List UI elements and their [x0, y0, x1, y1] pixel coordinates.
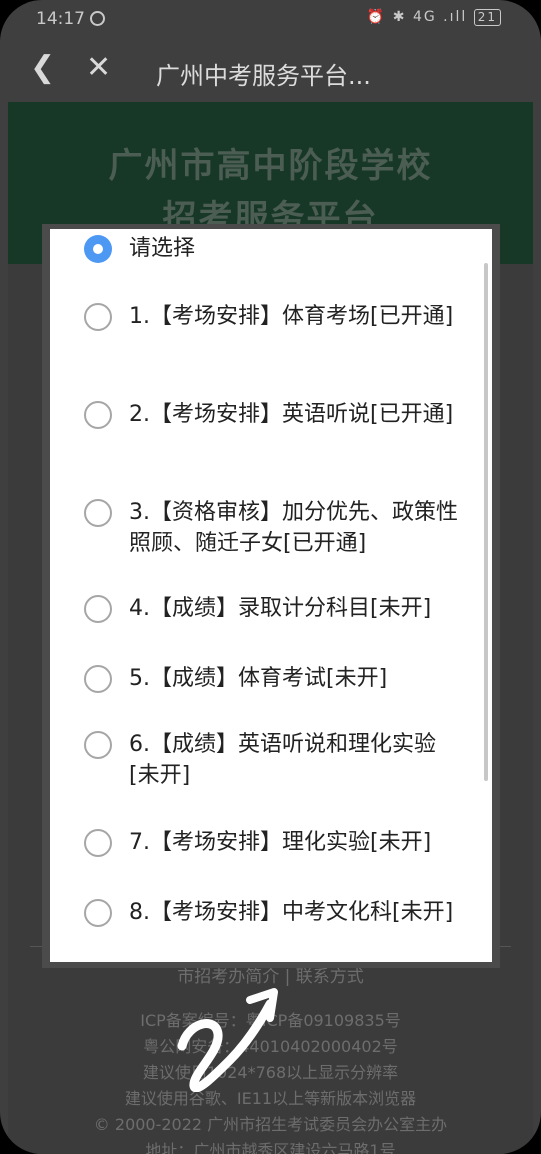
radio-icon[interactable]	[84, 499, 112, 527]
battery-icon: 21	[473, 9, 501, 26]
radio-icon[interactable]	[84, 665, 112, 693]
app-bar: ❮ ✕ 广州中考服务平台...	[0, 40, 541, 102]
scrollbar[interactable]	[484, 263, 488, 781]
option-label: 8.【考场安排】中考文化科[未开]	[129, 900, 454, 925]
close-icon[interactable]: ✕	[86, 50, 111, 85]
footer-address: 地址：广州市越秀区建设六马路1号	[145, 1141, 396, 1154]
radio-icon[interactable]	[84, 899, 112, 927]
option-label: 4.【成绩】录取计分科目[未开]	[129, 596, 432, 621]
option-label: 5.【成绩】体育考试[未开]	[129, 666, 388, 691]
radio-icon[interactable]	[84, 829, 112, 857]
back-icon[interactable]: ❮	[30, 50, 55, 85]
phone-frame: 14:17 ⏰ ✱ 4G .ıll 21 ❮ ✕ 广州中考服务平台... 广州市…	[0, 0, 541, 1154]
option-label: 7.【考场安排】理化实验[未开]	[129, 830, 432, 855]
radio-icon[interactable]	[84, 303, 112, 331]
select-dialog: 请选择 1.【考场安排】体育考场[已开通] 2.【考场安排】英语听说[已开通] 3.【…	[50, 229, 492, 962]
radio-selected-icon[interactable]	[84, 235, 112, 263]
page-title: 广州中考服务平台...	[156, 62, 371, 90]
radio-icon[interactable]	[84, 595, 112, 623]
option-label: 请选择	[129, 236, 196, 261]
option-label: 3.【资格审核】加分优先、政策性照顾、随迁子女[已开通]	[129, 500, 458, 556]
footer-copyright: © 2000-2022 广州市招生考试委员会办公室主办	[93, 1115, 448, 1134]
status-bar: 14:17 ⏰ ✱ 4G .ıll 21	[0, 0, 541, 40]
sync-icon	[90, 11, 105, 26]
option-label: 6.【成绩】英语听说和理化实验[未开]	[129, 732, 436, 788]
status-time: 14:17	[36, 9, 85, 29]
option-label: 1.【考场安排】体育考场[已开通]	[129, 304, 454, 329]
banner-title-line1: 广州市高中阶段学校	[108, 146, 433, 186]
radio-icon[interactable]	[84, 731, 112, 759]
gesture-hint-icon	[177, 988, 278, 1092]
option-label: 2.【考场安排】英语听说[已开通]	[129, 402, 454, 427]
status-icons: ⏰ ✱ 4G .ıll 21	[367, 9, 501, 26]
signal-icons: ⏰ ✱ 4G .ıll	[366, 9, 468, 25]
radio-icon[interactable]	[84, 401, 112, 429]
